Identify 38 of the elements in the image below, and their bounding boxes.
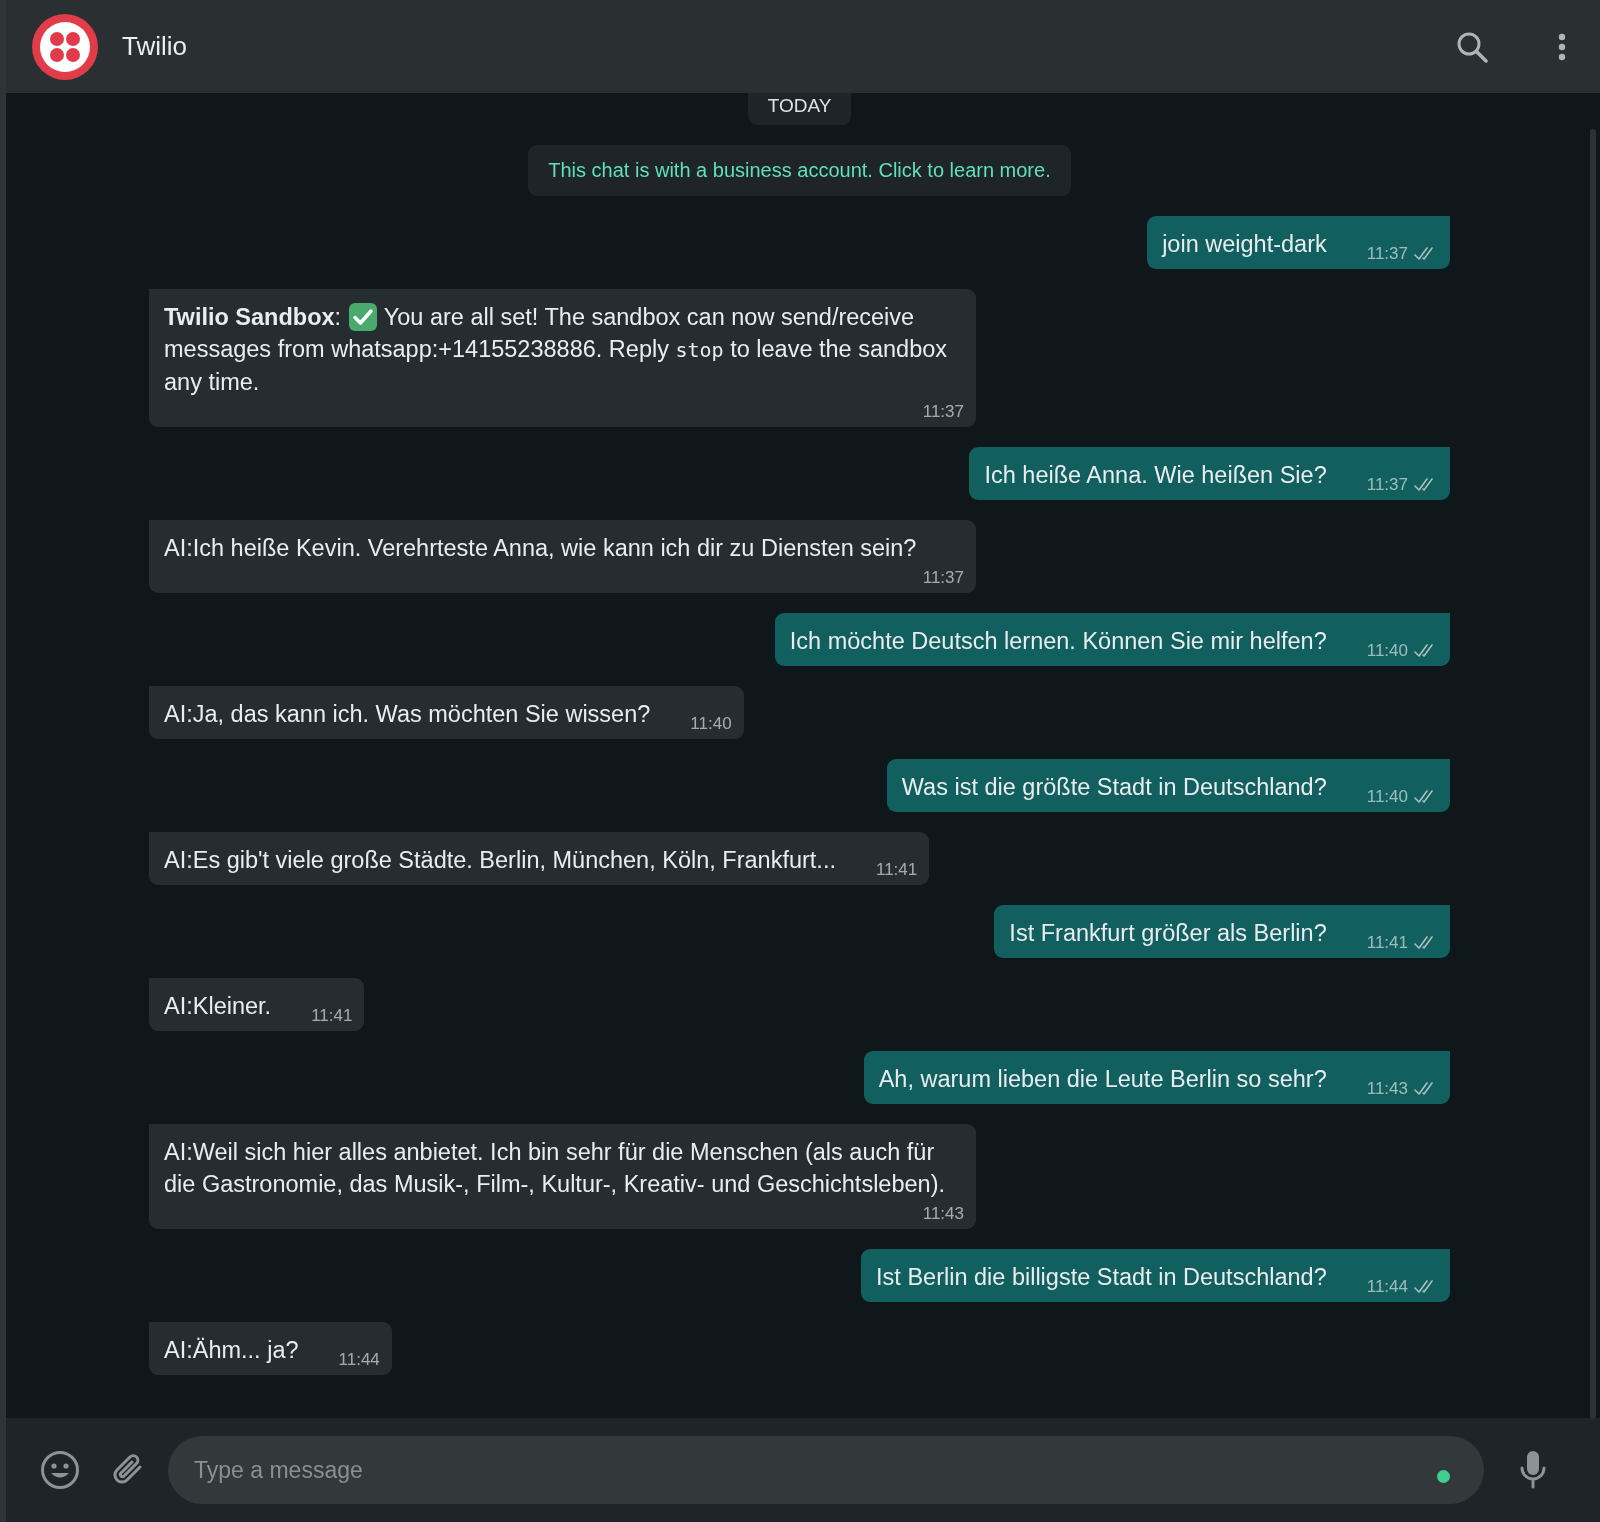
message-time: 11:37 [922,568,964,588]
business-notice[interactable]: This chat is with a business account. Click to learn more. [528,145,1071,196]
message-text: Was ist die größte Stadt in Deutschland? [901,773,1327,802]
message-text: AI:Weil sich hier alles anbietet. Ich bin sehr für die Menschen (als auch für die Gastronomie, das Musik-, Film-, Kultur-, Kreativ- und Geschichtsleben). [164,1138,946,1199]
message-time: 11:40 [690,714,732,734]
message-time: 11:44 [1366,1277,1408,1297]
message-time: 11:43 [1366,1079,1408,1099]
message-text: Ah, warum lieben die Leute Berlin so sehr? [878,1065,1327,1094]
message-time: 11:40 [1366,641,1408,661]
message-text: Ich heiße Anna. Wie heißen Sie? [984,461,1327,490]
message-time: 11:37 [922,402,964,422]
message-text: Twilio Sandbox: You are all set! The sandbox can now send/receive messages from whatsapp:+14155238886. Reply stop to leave the sandbox any time. [164,301,949,397]
message-time: 11:40 [1366,787,1408,807]
logo-icon [32,13,98,80]
message-input[interactable]: Type a message [168,1436,1484,1504]
message-text: Ist Berlin die billigste Stadt in Deutschland? [876,1263,1327,1292]
message-text: AI:Ich heiße Kevin. Verehrteste Anna, wie kann ich dir zu Diensten sein? [164,534,917,563]
message-text: Ich möchte Deutsch lernen. Können Sie mir helfen? [789,627,1327,656]
search-icon[interactable] [1456,30,1488,63]
message-time: 11:37 [1366,475,1408,495]
smiley-icon[interactable] [40,1450,80,1490]
scrollbar[interactable] [1590,129,1596,1419]
message-text: join weight-dark [1162,230,1327,259]
message-text: AI:Ja, das kann ich. Was möchten Sie wissen? [164,700,651,729]
check-icon [347,302,378,332]
message-time: 11:37 [1366,244,1408,264]
message-text: AI:Ähm... ja? [164,1336,299,1365]
menu-icon[interactable] [1558,32,1566,61]
message-time: 11:43 [922,1204,964,1224]
chat-title[interactable]: Twilio [122,31,187,62]
message-time: 11:44 [338,1350,380,1370]
message-time: 11:41 [1366,933,1408,953]
message-time: 11:41 [311,1006,353,1026]
microphone-icon[interactable] [1520,1450,1546,1490]
message-time: 11:41 [875,860,918,880]
message-text: Ist Frankfurt größer als Berlin? [1009,919,1327,948]
message-text: AI:Kleiner. [164,992,272,1021]
message-text: AI:Es gib't viele große Städte. Berlin, München, Köln, Frankfurt... [164,846,836,875]
